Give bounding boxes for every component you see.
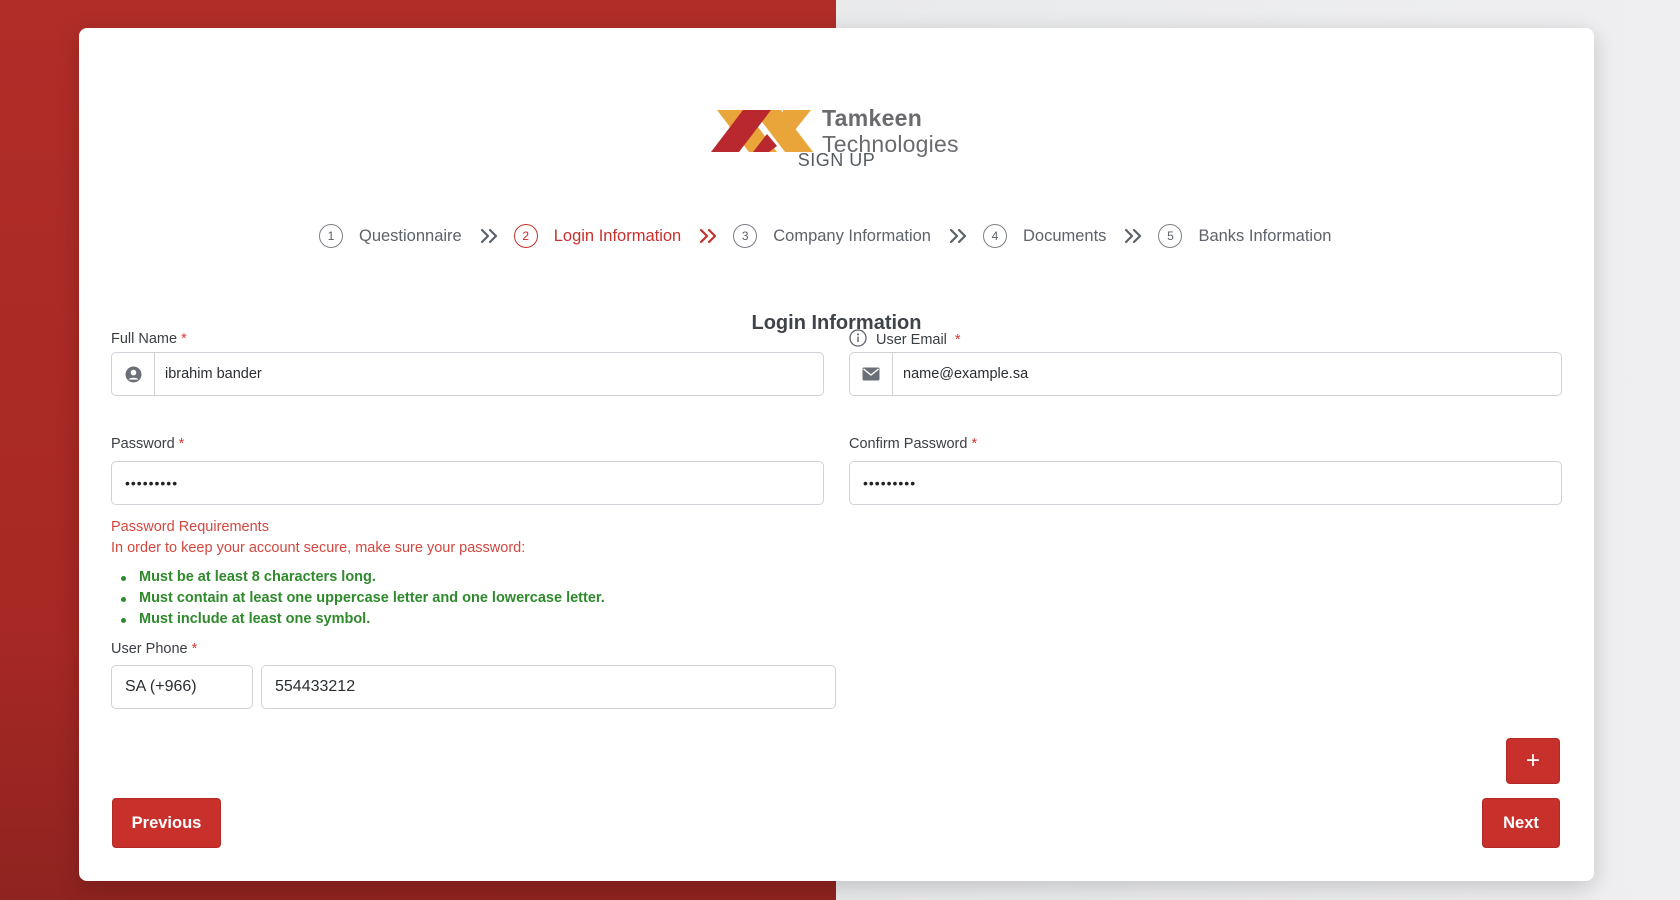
confirm-password-label-text: Confirm Password xyxy=(849,436,968,452)
country-code-value: SA (+966) xyxy=(125,678,197,695)
step-number: 4 xyxy=(982,224,1007,248)
step-number: 5 xyxy=(1158,224,1183,248)
chevron-double-right-icon xyxy=(949,229,967,243)
step-company-information[interactable]: 3 Company Information xyxy=(733,224,931,248)
chevron-double-right-icon xyxy=(699,229,717,243)
required-marker: * xyxy=(971,436,978,452)
user-email-field[interactable]: name@example.sa xyxy=(849,352,1562,396)
section-title: Login Information xyxy=(751,312,922,334)
step-questionnaire[interactable]: 1 Questionnaire xyxy=(319,224,462,248)
password-requirements-title: Password Requirements xyxy=(111,519,269,535)
password-label: Password * xyxy=(111,436,184,452)
step-label: Banks Information xyxy=(1198,226,1332,245)
add-button[interactable]: + xyxy=(1506,738,1560,784)
step-label: Company Information xyxy=(773,226,931,245)
company-logo: Tamkeen Technologies xyxy=(711,78,971,158)
password-requirements-description: In order to keep your account secure, ma… xyxy=(111,540,526,556)
password-field[interactable]: ••••••••• xyxy=(111,461,824,505)
user-email-label-text: User Email xyxy=(876,332,947,348)
page-title: SIGN UP xyxy=(797,150,876,170)
phone-number-field[interactable]: 554433212 xyxy=(261,665,836,709)
required-marker: * xyxy=(954,332,961,348)
password-requirements-list: Must be at least 8 characters long. Must… xyxy=(121,567,605,630)
stepper: 1 Questionnaire 2 Login Information 3 Co… xyxy=(319,221,1331,251)
user-email-input[interactable]: name@example.sa xyxy=(893,366,1028,382)
confirm-password-field[interactable]: ••••••••• xyxy=(849,461,1562,505)
envelope-icon xyxy=(850,353,893,395)
full-name-input[interactable]: ibrahim bander xyxy=(155,366,262,382)
list-item: Must contain at least one uppercase lett… xyxy=(121,588,605,609)
confirm-password-input[interactable]: ••••••••• xyxy=(850,475,916,491)
required-marker: * xyxy=(181,331,187,347)
password-input[interactable]: ••••••••• xyxy=(112,475,178,491)
plus-icon: + xyxy=(1525,747,1540,774)
step-label: Questionnaire xyxy=(359,226,462,245)
user-email-label: User Email * xyxy=(849,329,961,349)
previous-button[interactable]: Previous xyxy=(112,798,221,848)
list-item: Must include at least one symbol. xyxy=(121,609,605,630)
step-banks-information[interactable]: 5 Banks Information xyxy=(1158,224,1331,248)
full-name-field[interactable]: ibrahim bander xyxy=(111,352,824,396)
info-icon[interactable] xyxy=(849,329,867,347)
user-phone-label-text: User Phone xyxy=(111,641,188,657)
user-circle-icon xyxy=(112,353,155,395)
step-label: Documents xyxy=(1022,226,1107,245)
required-marker: * xyxy=(191,641,198,657)
country-code-select[interactable]: SA (+966) xyxy=(111,665,253,709)
list-item: Must be at least 8 characters long. xyxy=(121,567,605,588)
user-phone-label: User Phone * xyxy=(111,641,197,657)
step-number: 3 xyxy=(733,224,758,248)
confirm-password-label: Confirm Password * xyxy=(849,436,977,452)
password-label-text: Password xyxy=(111,436,175,452)
logo-mark-icon xyxy=(711,110,813,152)
step-number: 1 xyxy=(319,224,343,248)
step-documents[interactable]: 4 Documents xyxy=(982,224,1107,248)
step-login-information[interactable]: 2 Login Information xyxy=(513,224,682,248)
next-button[interactable]: Next xyxy=(1482,798,1560,848)
step-number: 2 xyxy=(513,224,538,248)
phone-number-input[interactable]: 554433212 xyxy=(262,678,355,696)
signup-card: Tamkeen Technologies SIGN UP 1 Questionn… xyxy=(79,28,1594,881)
full-name-label-text: Full Name xyxy=(111,331,178,347)
chevron-double-right-icon xyxy=(1124,229,1142,243)
chevron-double-right-icon xyxy=(480,229,498,243)
step-label: Login Information xyxy=(553,226,682,245)
required-marker: * xyxy=(178,436,185,452)
logo-name-line1: Tamkeen xyxy=(822,105,923,131)
full-name-label: Full Name * xyxy=(111,331,187,347)
